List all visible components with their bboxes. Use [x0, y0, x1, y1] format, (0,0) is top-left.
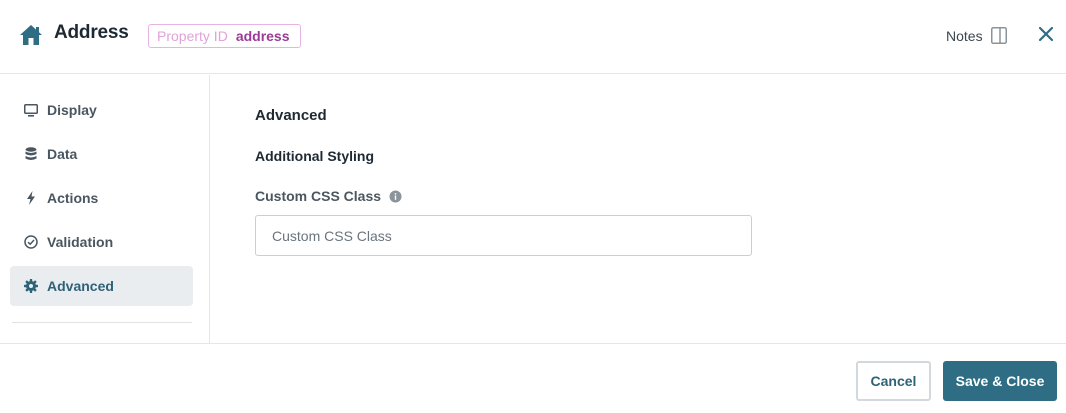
sidebar-item-label: Display	[47, 102, 97, 118]
info-icon[interactable]	[389, 190, 402, 203]
sidebar: Display Data Actions Validation Advanced	[0, 75, 210, 344]
property-id-label: Property ID	[157, 28, 228, 44]
database-icon	[24, 147, 38, 161]
monitor-icon	[24, 103, 38, 117]
lightning-icon	[24, 191, 38, 205]
gear-icon	[24, 279, 38, 293]
panel-icon	[990, 27, 1007, 44]
property-id-value: address	[235, 28, 290, 44]
sidebar-item-label: Validation	[47, 234, 114, 250]
notes-toggle[interactable]: Notes	[946, 27, 1007, 44]
sidebar-item-actions[interactable]: Actions	[10, 178, 193, 218]
save-close-button[interactable]: Save & Close	[943, 361, 1057, 401]
custom-css-label: Custom CSS Class	[255, 188, 402, 204]
modal-header: Address Property ID address Notes	[0, 0, 1066, 74]
sidebar-item-validation[interactable]: Validation	[10, 222, 193, 262]
custom-css-label-text: Custom CSS Class	[255, 188, 382, 204]
home-icon	[20, 25, 42, 45]
check-circle-icon	[24, 235, 38, 249]
subsection-title: Additional Styling	[255, 148, 374, 164]
cancel-button[interactable]: Cancel	[856, 361, 931, 401]
sidebar-divider	[12, 322, 192, 323]
page-title: Address	[54, 22, 129, 43]
sidebar-item-label: Advanced	[47, 278, 114, 294]
section-title: Advanced	[255, 107, 327, 124]
property-id-badge: Property ID address	[148, 24, 301, 48]
sidebar-item-label: Data	[47, 146, 78, 162]
notes-label: Notes	[946, 27, 983, 44]
sidebar-item-display[interactable]: Display	[10, 90, 193, 130]
modal-footer: Cancel Save & Close	[0, 343, 1066, 413]
sidebar-item-data[interactable]: Data	[10, 134, 193, 174]
sidebar-item-advanced[interactable]: Advanced	[10, 266, 193, 306]
close-icon[interactable]	[1038, 26, 1054, 42]
sidebar-item-label: Actions	[47, 190, 99, 206]
custom-css-input[interactable]	[255, 215, 752, 256]
